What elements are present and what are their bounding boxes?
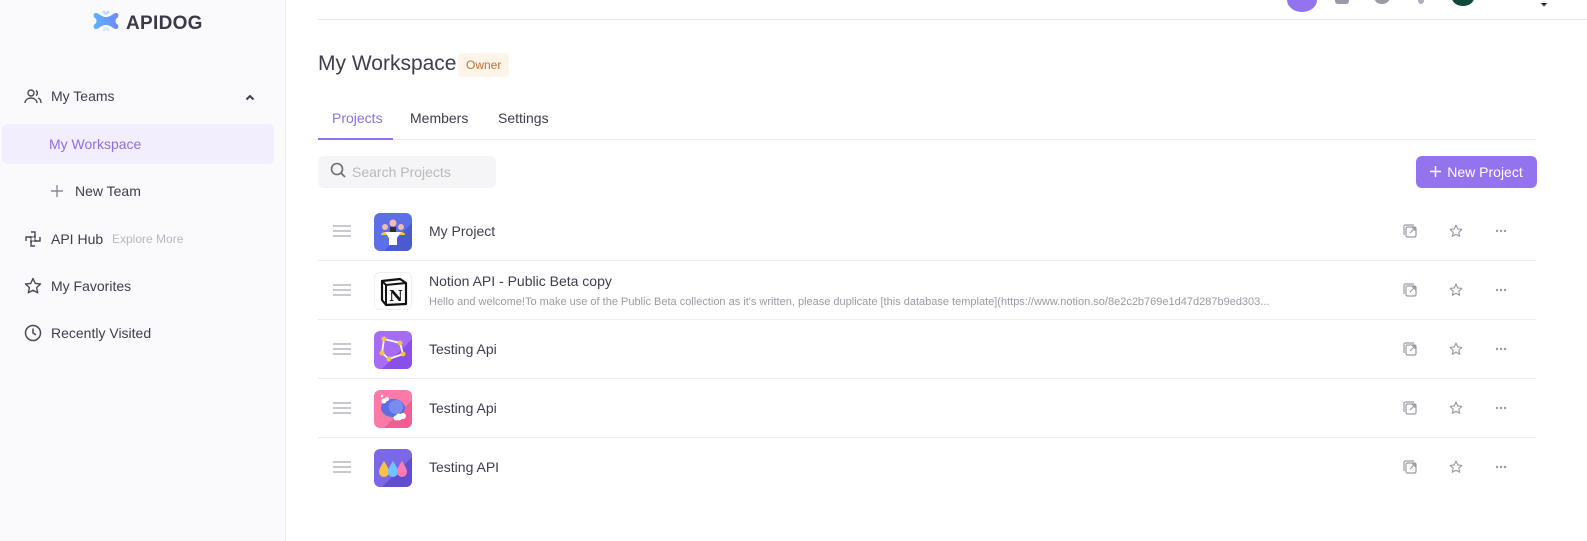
project-row[interactable]: N Notion API - Public Beta copy Hello an…	[318, 261, 1536, 320]
favorite-star-icon[interactable]	[1447, 399, 1465, 417]
workspace-tabs: Projects Members Settings	[318, 100, 1536, 140]
sidebar-item-label: My Teams	[51, 88, 115, 104]
drag-handle-icon[interactable]	[333, 461, 351, 473]
project-row[interactable]: My Project	[318, 202, 1536, 261]
api-hub-icon	[23, 229, 43, 249]
main-content: My Workspace Owner Projects Members Sett…	[318, 0, 1537, 541]
users-icon	[23, 86, 43, 106]
new-team-button[interactable]: New Team	[0, 171, 274, 211]
search-input[interactable]	[352, 164, 492, 180]
role-badge: Owner	[458, 53, 510, 77]
plus-icon	[47, 181, 67, 201]
search-icon	[330, 162, 346, 183]
sidebar-item-label: My Favorites	[51, 278, 132, 294]
sidebar-item-label: Recently Visited	[51, 325, 152, 341]
chevron-up-icon[interactable]	[245, 88, 255, 104]
drag-handle-icon[interactable]	[333, 402, 351, 414]
cloud-icon	[374, 390, 412, 428]
notion-icon: N	[374, 272, 412, 310]
close-icon[interactable]	[1540, 0, 1548, 7]
sidebar-item-my-teams[interactable]: My Teams	[0, 76, 274, 116]
page-title: My Workspace	[318, 52, 457, 75]
project-name[interactable]: Testing API	[429, 459, 499, 475]
people-presentation-icon	[374, 213, 412, 251]
sidebar-item-api-hub[interactable]: API Hub Explore More	[0, 219, 274, 259]
explore-more-link[interactable]: Explore More	[112, 232, 183, 246]
logo[interactable]: APIDOG	[92, 10, 203, 37]
drops-icon	[374, 449, 412, 487]
new-project-label: New Project	[1447, 164, 1523, 180]
favorite-star-icon[interactable]	[1447, 458, 1465, 476]
project-name[interactable]: Testing Api	[429, 341, 497, 357]
open-in-new-icon[interactable]	[1401, 458, 1419, 476]
project-row[interactable]: Testing Api	[318, 379, 1536, 438]
drag-handle-icon[interactable]	[333, 284, 351, 296]
more-options-icon[interactable]	[1492, 458, 1510, 476]
sidebar: APIDOG My Teams My Workspace New Team AP	[0, 0, 286, 541]
favorite-star-icon[interactable]	[1447, 281, 1465, 299]
project-name[interactable]: Testing Api	[429, 400, 497, 416]
open-in-new-icon[interactable]	[1401, 222, 1419, 240]
clock-icon	[23, 323, 43, 343]
constellation-icon	[374, 331, 412, 369]
apidog-logo-icon	[92, 10, 120, 37]
project-list: My Project N Notion API - Public Beta co…	[318, 202, 1536, 497]
open-in-new-icon[interactable]	[1401, 281, 1419, 299]
star-icon	[23, 276, 43, 296]
open-in-new-icon[interactable]	[1401, 399, 1419, 417]
favorite-star-icon[interactable]	[1447, 340, 1465, 358]
project-row[interactable]: Testing Api	[318, 320, 1536, 379]
more-options-icon[interactable]	[1492, 222, 1510, 240]
tab-members[interactable]: Members	[410, 110, 468, 126]
sidebar-item-my-workspace[interactable]: My Workspace	[2, 124, 274, 164]
more-options-icon[interactable]	[1492, 399, 1510, 417]
sidebar-item-recently-visited[interactable]: Recently Visited	[0, 313, 274, 353]
app-root: APIDOG My Teams My Workspace New Team AP	[0, 0, 1587, 541]
tab-projects[interactable]: Projects	[332, 110, 383, 126]
open-in-new-icon[interactable]	[1401, 340, 1419, 358]
favorite-star-icon[interactable]	[1447, 222, 1465, 240]
sidebar-item-my-favorites[interactable]: My Favorites	[0, 266, 274, 306]
more-options-icon[interactable]	[1492, 340, 1510, 358]
tab-settings[interactable]: Settings	[498, 110, 549, 126]
drag-handle-icon[interactable]	[333, 225, 351, 237]
project-name[interactable]: Notion API - Public Beta copy	[429, 273, 612, 289]
more-options-icon[interactable]	[1492, 281, 1510, 299]
sidebar-item-label: API Hub	[51, 231, 104, 247]
search-box[interactable]	[318, 156, 496, 188]
svg-text:N: N	[389, 287, 403, 305]
project-description: Hello and welcome!To make use of the Pub…	[429, 296, 1270, 308]
active-tab-indicator	[318, 138, 393, 140]
project-name[interactable]: My Project	[429, 223, 495, 239]
project-row[interactable]: Testing API	[318, 438, 1536, 497]
drag-handle-icon[interactable]	[333, 343, 351, 355]
new-project-button[interactable]: New Project	[1416, 156, 1537, 188]
sidebar-item-label: My Workspace	[49, 136, 142, 152]
plus-icon	[1430, 164, 1442, 180]
sidebar-item-label: New Team	[75, 183, 141, 199]
brand-name: APIDOG	[126, 12, 203, 34]
